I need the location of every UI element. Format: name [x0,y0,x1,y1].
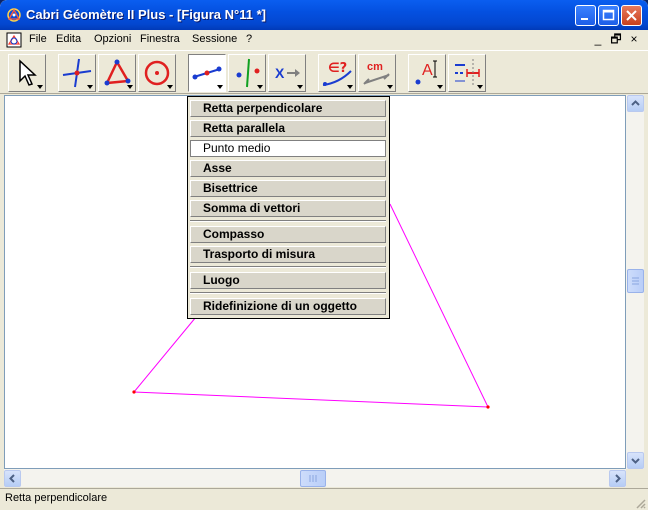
close-button[interactable] [621,5,642,26]
menu-item-ridefinizione-di-un-oggetto[interactable]: Ridefinizione di un oggetto [190,298,386,315]
svg-text:∈?: ∈? [328,61,347,76]
menu-bar: File Edita Opzioni Finestra Sessione ? _… [0,30,648,50]
menu-edita[interactable]: Edita [56,33,81,45]
chevron-down-icon [631,458,640,464]
svg-text:X: X [275,65,285,81]
svg-text:A: A [422,62,433,79]
chevron-down-icon [257,85,263,89]
menu-item-trasporto-di-misura[interactable]: Trasporto di misura [190,246,386,263]
chevron-down-icon [217,85,223,89]
tool-bar: X ∈? cm A [0,50,648,94]
doc-minimize-button[interactable]: _ [590,32,606,46]
minimize-icon [581,18,588,20]
menu-item-bisettrice[interactable]: Bisettrice [190,180,386,197]
chevron-down-icon [437,85,443,89]
tool-transformations[interactable] [228,54,266,92]
maximize-button[interactable] [598,5,619,26]
chevron-down-icon [37,85,43,89]
chevron-down-icon [387,85,393,89]
point-left[interactable] [132,390,136,394]
menu-separator [190,292,386,294]
menu-finestra[interactable]: Finestra [140,33,180,45]
chevron-left-icon [9,474,15,483]
svg-text:cm: cm [367,61,383,73]
scroll-up-button[interactable] [627,95,644,112]
document-icon[interactable] [6,32,22,48]
cabri-app-icon [7,8,21,22]
tool-points[interactable] [58,54,96,92]
menu-item-punto-medio[interactable]: Punto medio [190,140,386,157]
scroll-down-button[interactable] [627,452,644,469]
grip-icon [632,277,639,285]
menu-help[interactable]: ? [246,33,252,45]
vertical-scroll-thumb[interactable] [627,269,644,293]
tool-pointer[interactable] [8,54,46,92]
segment-left[interactable] [133,316,197,393]
chevron-down-icon [127,85,133,89]
vertical-scrollbar[interactable] [626,95,644,469]
application-window: Cabri Géomètre II Plus - [Figura N°11 *]… [0,0,648,510]
tool-macro[interactable]: X [268,54,306,92]
status-text: Retta perpendicolare [5,492,108,504]
chevron-down-icon [477,85,483,89]
horizontal-scrollbar[interactable] [4,469,626,487]
tool-constructions[interactable] [188,54,226,92]
window-title: Cabri Géomètre II Plus - [Figura N°11 *] [26,7,266,22]
grip-icon [309,475,317,482]
tool-properties[interactable]: ∈? [318,54,356,92]
minimize-button[interactable] [575,5,596,26]
doc-restore-button[interactable]: 🗗 [608,32,624,46]
menu-item-compasso[interactable]: Compasso [190,226,386,243]
menu-item-somma-di-vettori[interactable]: Somma di vettori [190,200,386,217]
menu-item-asse[interactable]: Asse [190,160,386,177]
chevron-down-icon [347,85,353,89]
segment-right[interactable] [389,203,489,408]
tool-drawing[interactable] [448,54,486,92]
menu-item-luogo[interactable]: Luogo [190,272,386,289]
tool-lines[interactable] [98,54,136,92]
scroll-right-button[interactable] [609,470,626,487]
segment-bottom[interactable] [133,391,489,408]
tool-measure[interactable]: cm [358,54,396,92]
maximize-icon [602,9,615,21]
chevron-down-icon [297,85,303,89]
menu-item-retta-perpendicolare[interactable]: Retta perpendicolare [190,100,386,117]
status-bar: Retta perpendicolare [0,488,648,510]
doc-close-button[interactable]: × [626,32,642,46]
title-bar[interactable]: Cabri Géomètre II Plus - [Figura N°11 *] [0,0,648,30]
chevron-down-icon [87,85,93,89]
tool-display[interactable]: A [408,54,446,92]
menu-sessione[interactable]: Sessione [192,33,237,45]
constructions-dropdown-menu: Retta perpendicolare Retta parallela Pun… [187,96,390,319]
menu-separator [190,220,386,222]
chevron-down-icon [167,85,173,89]
scroll-left-button[interactable] [4,470,21,487]
point-right[interactable] [486,405,490,409]
scroll-corner [626,469,644,487]
menu-separator [190,266,386,268]
menu-opzioni[interactable]: Opzioni [94,33,131,45]
chevron-right-icon [615,474,621,483]
menu-item-retta-parallela[interactable]: Retta parallela [190,120,386,137]
close-icon [626,10,637,21]
menu-file[interactable]: File [29,33,47,45]
tool-curves[interactable] [138,54,176,92]
resize-grip-icon[interactable] [634,497,646,509]
chevron-up-icon [631,100,640,106]
horizontal-scroll-thumb[interactable] [300,470,326,487]
